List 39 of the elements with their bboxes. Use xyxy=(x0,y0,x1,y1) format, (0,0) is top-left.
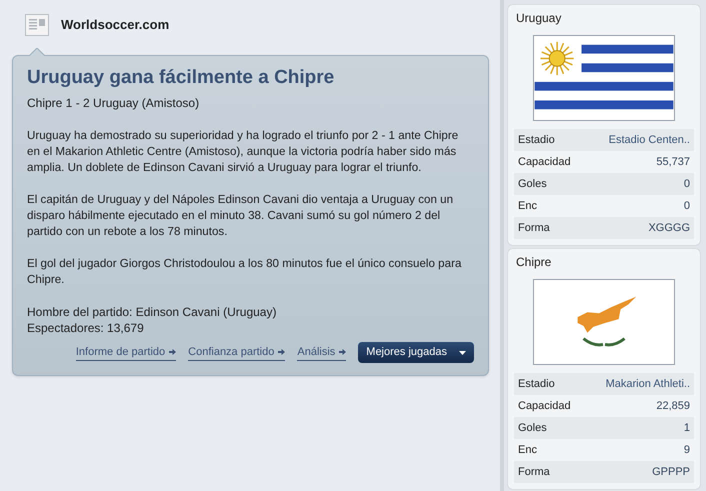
stat-value: 9 xyxy=(684,442,690,458)
arrow-icon xyxy=(169,349,176,355)
arrow-icon xyxy=(278,349,286,355)
article-paragraph: El capitán de Uruguay y del Nápoles Edinson Cavani dio ventaja a Uruguay con un disparo hábilmente ejecutado en el minuto 38. Cavani sumó su gol número 2 del partido con un rebote a los 78 minutos. xyxy=(27,192,454,240)
article-link[interactable]: Análisis xyxy=(297,344,346,362)
team-name: Uruguay xyxy=(515,10,562,27)
newspaper-icon xyxy=(25,14,49,36)
article-paragraph: Uruguay ha demostrado su superioridad y ha logrado el triunfo por 2 - 1 ante Chipre en el Makarion Athletic Centre (Amistoso), aunque la victoria podría haber sido más amplia. Un doblete de Edinson Cavani sirvió a Uruguay para lograr el triunfo. xyxy=(27,128,460,176)
stat-value: 1 xyxy=(684,420,690,436)
match-fact: Hombre del partido: Edinson Cavani (Uruguay) xyxy=(27,304,278,320)
team-name: Chipre xyxy=(515,254,552,271)
article-subtitle: Chipre 1 - 2 Uruguay (Amistoso) xyxy=(27,95,200,112)
best-plays-button[interactable]: Mejores jugadas xyxy=(358,342,474,363)
stat-label: Capacidad xyxy=(518,154,571,170)
stat-label: Enc xyxy=(518,442,537,458)
stat-value: Makarion Athleti.. xyxy=(606,376,690,392)
stat-label: Forma xyxy=(518,220,550,236)
stat-label: Estadio xyxy=(518,376,555,392)
stat-label: Goles xyxy=(518,176,547,192)
stat-label: Estadio xyxy=(518,132,555,148)
stat-value: 22,859 xyxy=(656,398,690,414)
arrow-icon xyxy=(339,349,346,355)
stat-value: 55,737 xyxy=(656,154,690,170)
stat-label: Enc xyxy=(518,198,537,214)
stat-value: GPPPP xyxy=(652,464,690,480)
article-title: Uruguay gana fácilmente a Chipre xyxy=(27,66,336,90)
caret-icon xyxy=(459,350,466,354)
stat-label: Forma xyxy=(518,464,550,480)
source-name: Worldsoccer.com xyxy=(61,16,170,34)
stat-label: Capacidad xyxy=(518,398,571,414)
stat-value: 0 xyxy=(684,198,690,214)
stat-label: Goles xyxy=(518,420,547,436)
stat-value: Estadio Centen.. xyxy=(608,132,690,148)
stat-value: XGGGG xyxy=(648,220,690,236)
article-paragraph: El gol del jugador Giorgos Christodoulou a los 80 minutos fue el único consuelo para Chipre. xyxy=(27,256,462,288)
article-link[interactable]: Informe de partido xyxy=(76,344,176,362)
stat-value: 0 xyxy=(684,176,690,192)
match-fact: Espectadores: 13,679 xyxy=(27,320,145,336)
article-link[interactable]: Confianza partido xyxy=(188,344,286,362)
